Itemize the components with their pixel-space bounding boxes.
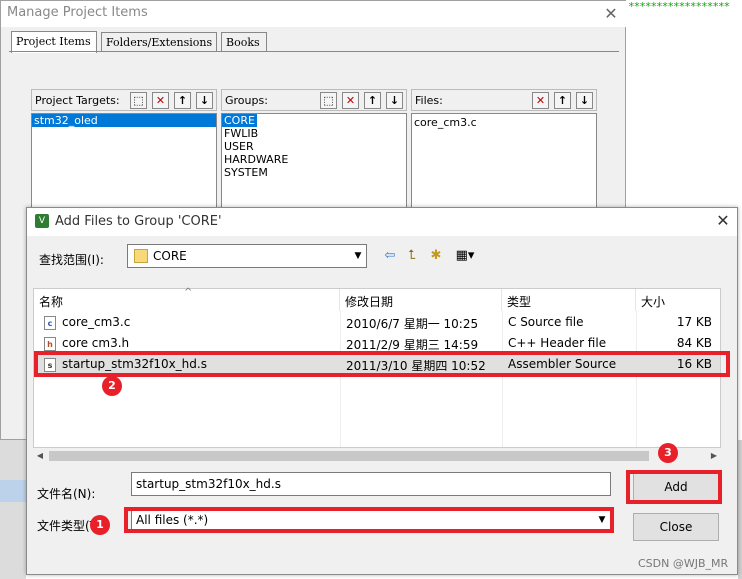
view-menu-icon[interactable]: ▦▾ <box>451 248 479 264</box>
file-name-label: 文件名(N): <box>37 487 96 501</box>
tab-books[interactable]: Books <box>221 32 267 52</box>
up-folder-icon[interactable]: ⮤ <box>403 248 421 264</box>
delete-icon[interactable]: ✕ <box>152 92 169 109</box>
file-size: 84 KB <box>676 336 712 350</box>
dialog-title: Add Files to Group 'CORE' <box>55 214 222 229</box>
h-file-icon: h <box>44 337 56 351</box>
chevron-down-icon[interactable]: ▼ <box>350 246 366 266</box>
window-title: Manage Project Items <box>7 5 148 20</box>
file-size: 17 KB <box>676 315 712 329</box>
highlight-box-add <box>626 470 722 504</box>
list-item[interactable]: stm32_oled <box>32 114 216 127</box>
dialog-titlebar: V Add Files to Group 'CORE' ✕ <box>27 208 737 236</box>
watermark: CSDN @WJB_MR <box>638 557 729 570</box>
tabs-divider <box>9 51 619 52</box>
new-icon[interactable]: ⬚ <box>130 92 147 109</box>
editor-highlight-band <box>0 480 26 502</box>
move-up-icon[interactable]: ↑ <box>174 92 191 109</box>
list-item[interactable]: CORE <box>222 114 257 127</box>
column-header-date[interactable]: 修改日期 <box>340 289 502 311</box>
file-date: 2010/6/7 星期一 10:25 <box>346 317 479 331</box>
panel-header: Project Targets: ⬚ ✕ ↑ ↓ <box>31 89 217 111</box>
highlight-box-file <box>34 351 730 377</box>
list-item[interactable]: HARDWARE <box>222 153 406 166</box>
table-row[interactable]: c core_cm3.c 2010/6/7 星期一 10:25 C Source… <box>34 313 720 334</box>
file-name: core cm3.h <box>62 336 130 350</box>
panel-label: Project Targets: <box>35 94 120 107</box>
project-targets-panel: Project Targets: ⬚ ✕ ↑ ↓ stm32_oled <box>31 89 217 223</box>
move-up-icon[interactable]: ↑ <box>364 92 381 109</box>
editor-right-strip <box>738 440 742 579</box>
panel-header: Groups: ⬚ ✕ ↑ ↓ <box>221 89 407 111</box>
close-icon[interactable]: ✕ <box>601 4 621 24</box>
horizontal-scrollbar[interactable]: ◀ ▶ <box>33 449 721 463</box>
list-item[interactable]: FWLIB <box>222 127 406 140</box>
step-badge-2: 2 <box>102 376 122 396</box>
window-titlebar: Manage Project Items <box>1 1 627 27</box>
files-panel: Files: ✕ ↑ ↓ core_cm3.c <box>411 89 597 223</box>
scroll-left-icon[interactable]: ◀ <box>33 449 47 463</box>
step-badge-3: 3 <box>658 443 678 463</box>
step-badge-1: 1 <box>90 515 110 535</box>
close-icon[interactable]: ✕ <box>713 211 733 231</box>
back-icon[interactable]: ⇦ <box>381 248 399 264</box>
panel-header: Files: ✕ ↑ ↓ <box>411 89 597 111</box>
tab-project-items[interactable]: Project Items <box>11 31 97 53</box>
keil-app-icon: V <box>35 214 49 228</box>
list-item[interactable]: core_cm3.c <box>412 114 596 129</box>
tab-folders-extensions[interactable]: Folders/Extensions <box>101 32 217 52</box>
look-in-value: CORE <box>153 249 187 263</box>
list-item[interactable]: SYSTEM <box>222 166 406 179</box>
code-comment-stars: ****************** <box>628 0 730 13</box>
panel-label: Groups: <box>225 94 268 107</box>
move-up-icon[interactable]: ↑ <box>554 92 571 109</box>
file-type: C Source file <box>508 315 584 329</box>
list-item[interactable]: USER <box>222 140 406 153</box>
sort-up-icon: ^ <box>184 287 193 298</box>
delete-icon[interactable]: ✕ <box>342 92 359 109</box>
file-name-input[interactable]: startup_stm32f10x_hd.s <box>131 472 611 496</box>
move-down-icon[interactable]: ↓ <box>196 92 213 109</box>
file-type: C++ Header file <box>508 336 607 350</box>
new-icon[interactable]: ⬚ <box>320 92 337 109</box>
look-in-label: 查找范围(I): <box>39 253 104 267</box>
close-button[interactable]: Close <box>633 513 719 541</box>
scroll-right-icon[interactable]: ▶ <box>707 449 721 463</box>
move-down-icon[interactable]: ↓ <box>386 92 403 109</box>
scrollbar-thumb[interactable] <box>49 451 649 461</box>
column-header-size[interactable]: 大小 <box>636 289 720 311</box>
editor-left-strip <box>0 440 26 579</box>
look-in-dropdown[interactable]: CORE ▼ <box>127 244 367 268</box>
highlight-box-filetype <box>124 507 614 533</box>
delete-icon[interactable]: ✕ <box>532 92 549 109</box>
column-header-name[interactable]: 名称 ^ <box>34 287 340 311</box>
groups-panel: Groups: ⬚ ✕ ↑ ↓ CORE FWLIB USER HARDWARE… <box>221 89 407 223</box>
column-header-type[interactable]: 类型 <box>502 289 636 311</box>
new-folder-icon[interactable]: ✱ <box>427 248 445 264</box>
folder-icon <box>134 249 148 263</box>
file-name: core_cm3.c <box>62 315 131 329</box>
c-file-icon: c <box>44 316 56 330</box>
move-down-icon[interactable]: ↓ <box>576 92 593 109</box>
panel-label: Files: <box>415 94 443 107</box>
column-label: 名称 <box>39 295 64 309</box>
